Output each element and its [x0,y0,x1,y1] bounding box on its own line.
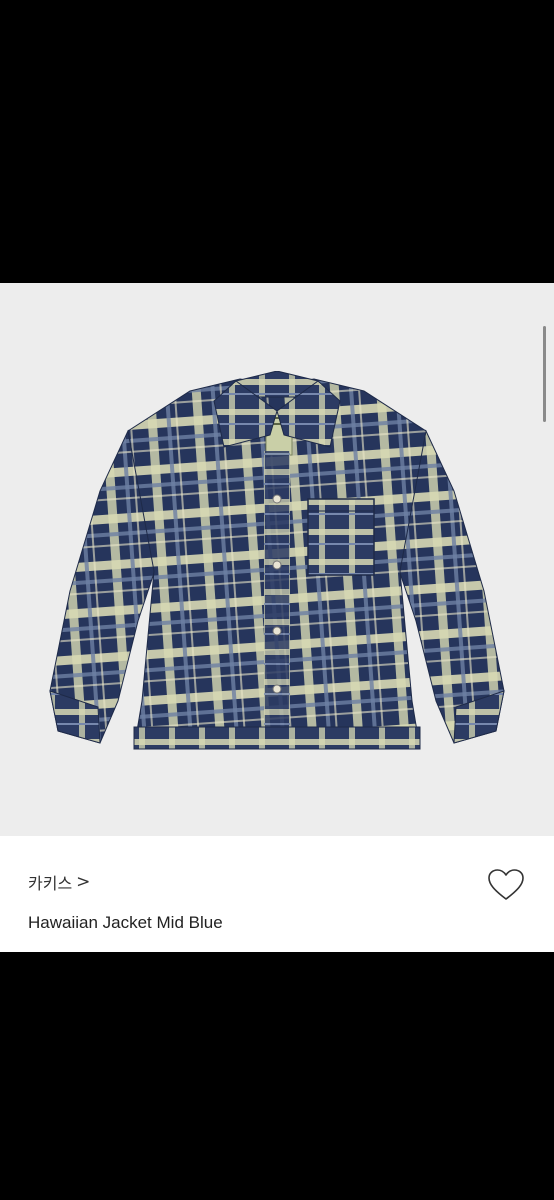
chevron-right-icon: > [76,872,91,892]
brand-name: 카키스 [28,874,73,893]
plaid-jacket-image [49,371,505,750]
product-info-panel: 카키스 > Hawaiian Jacket Mid Blue [0,836,554,952]
product-title: Hawaiian Jacket Mid Blue [28,913,223,932]
product-image[interactable] [0,283,554,836]
wishlist-button[interactable] [486,867,526,903]
brand-link[interactable]: 카키스 > [28,870,90,894]
scrollbar[interactable] [543,326,546,422]
top-letterbox [0,0,554,283]
heart-outline-icon [488,869,524,900]
bottom-letterbox [0,952,554,1200]
